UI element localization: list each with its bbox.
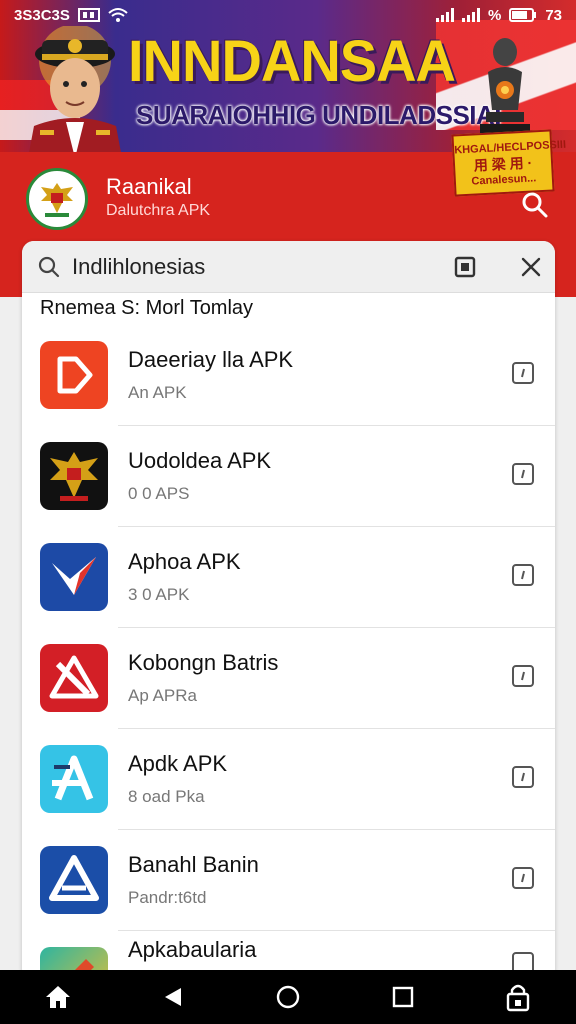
navigation-bar — [0, 970, 576, 1024]
officer-illustration — [28, 26, 122, 158]
list-item[interactable]: Apdk APK 8 oad Pka — [22, 729, 555, 830]
recent-apps-icon[interactable] — [383, 977, 423, 1017]
item-subtitle: 8 oad Pka — [128, 787, 205, 806]
download-icon[interactable] — [511, 563, 535, 587]
scan-icon[interactable] — [454, 256, 476, 278]
app-title: Raanikal — [106, 174, 192, 199]
item-subtitle: 0 0 APS — [128, 484, 190, 503]
banner-subtitle: SUARAIOHHIG UNDILADSSIAI — [136, 100, 502, 130]
list-item[interactable]: Kobongn Batris Ap APRa — [22, 628, 555, 729]
search-bar[interactable] — [22, 241, 555, 293]
signal-icon — [435, 8, 454, 22]
download-icon[interactable] — [511, 866, 535, 890]
garuda-emblem-icon — [40, 442, 108, 510]
banner-title: INNDANSAA — [128, 27, 456, 94]
list-item[interactable]: Uodoldea APK 0 0 APS — [22, 426, 555, 527]
item-title: Uodoldea APK — [128, 448, 272, 473]
battery-value: 73 — [545, 6, 562, 24]
letter-a-icon — [40, 745, 108, 813]
trophy-icon — [480, 38, 530, 138]
app-subtitle: Dalutchra APK — [106, 202, 211, 219]
list-item[interactable]: Aphoa APK 3 0 APK — [22, 527, 555, 628]
item-title: Apkabaularia — [128, 937, 257, 962]
garuda-emblem-icon — [26, 168, 88, 230]
item-subtitle: Pandr:t6td — [128, 888, 207, 907]
status-time: 3S3C3S — [14, 6, 70, 24]
home-icon[interactable] — [38, 977, 78, 1017]
battery-percent: % — [487, 6, 502, 24]
search-icon — [38, 256, 60, 278]
wifi-icon — [108, 8, 128, 22]
search-input[interactable] — [72, 251, 442, 283]
item-title: Kobongn Batris — [128, 650, 279, 675]
item-title: Aphoa APK — [128, 549, 241, 574]
triangle-a-icon — [40, 846, 108, 914]
section-heading: Rnemea S: Morl Tomlay — [40, 297, 254, 319]
battery-icon — [509, 8, 537, 22]
item-subtitle: An APK — [128, 383, 187, 402]
network-icon — [77, 8, 100, 22]
search-results-card: Rnemea S: Morl Tomlay Daeeriay lla APK A… — [22, 241, 555, 981]
download-icon[interactable] — [511, 664, 535, 688]
item-subtitle: 3 0 APK — [128, 585, 190, 604]
download-icon[interactable] — [511, 361, 535, 385]
back-icon[interactable] — [153, 977, 193, 1017]
list-item[interactable]: Daeeriay lla APK An APK — [22, 325, 555, 426]
download-icon[interactable] — [511, 765, 535, 789]
item-subtitle: Ap APRa — [128, 686, 197, 705]
signal-icon — [461, 8, 480, 22]
download-icon[interactable] — [511, 462, 535, 486]
document-red-icon — [40, 341, 108, 409]
item-title: Apdk APK — [128, 751, 228, 776]
item-title: Daeeriay lla APK — [128, 347, 294, 372]
item-title: Banahl Banin — [128, 852, 259, 877]
status-bar: 3S3C3S % 73 — [0, 0, 576, 30]
circle-home-icon[interactable] — [268, 977, 308, 1017]
lock-icon[interactable] — [498, 977, 538, 1017]
list-item[interactable]: Banahl Banin Pandr:t6td — [22, 830, 555, 931]
warning-pen-icon — [40, 644, 108, 712]
close-icon[interactable] — [520, 256, 542, 278]
plane-arrow-icon — [40, 543, 108, 611]
promo-badge[interactable]: KHGAL/HECLPOSSIII 用 梁 用 · Canalesun... — [451, 129, 566, 197]
search-icon[interactable] — [520, 190, 550, 220]
